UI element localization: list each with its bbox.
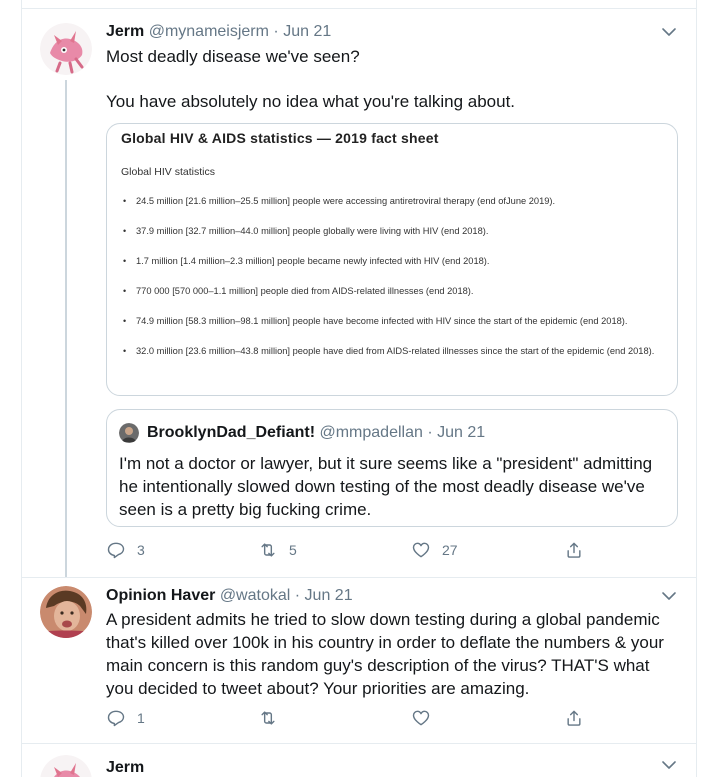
share-icon — [564, 708, 584, 728]
like-count: 27 — [442, 542, 458, 558]
avatar-brooklyndad[interactable] — [119, 423, 139, 443]
reply-icon — [106, 708, 126, 728]
image-card-hiv-stats[interactable]: Global HIV & AIDS statistics — 2019 fact… — [106, 123, 678, 396]
tweet-text-line1: Most deadly disease we've seen? — [106, 47, 360, 66]
avatar-jerm[interactable] — [40, 23, 92, 75]
separator-dot: · — [294, 587, 301, 604]
reply-button[interactable]: 3 — [106, 540, 145, 560]
like-button[interactable] — [411, 708, 442, 728]
retweet-button[interactable] — [258, 708, 289, 728]
list-item: 1.7 million [1.4 million–2.3 million] pe… — [121, 254, 661, 269]
thread-connector-line — [65, 80, 67, 577]
list-item: 770 000 [570 000–1.1 million] people die… — [121, 284, 661, 299]
share-button[interactable] — [564, 708, 584, 728]
separator-dot: · — [273, 23, 279, 40]
display-name[interactable]: Opinion Haver — [106, 587, 215, 604]
stats-list: 24.5 million [21.6 million–25.5 million]… — [121, 194, 661, 374]
share-icon — [564, 540, 584, 560]
display-name[interactable]: BrooklynDad_Defiant! — [147, 424, 315, 441]
tweet-header: Jerm — [106, 758, 144, 777]
list-item: 74.9 million [58.3 million–98.1 million]… — [121, 314, 661, 329]
chevron-down-icon[interactable] — [660, 756, 678, 774]
display-name[interactable]: Jerm — [106, 23, 144, 40]
list-item: 32.0 million [23.6 million–43.8 million]… — [121, 344, 661, 359]
list-item: 37.9 million [32.7 million–44.0 million]… — [121, 224, 661, 239]
tweet-date[interactable]: Jun 21 — [305, 587, 353, 604]
user-handle[interactable]: @watokal — [220, 587, 291, 604]
tweet-date[interactable]: Jun 21 — [283, 23, 331, 40]
separator-dot: · — [427, 424, 433, 441]
reply-count: 3 — [137, 542, 145, 558]
share-button[interactable] — [564, 540, 584, 560]
card-title: Global HIV & AIDS statistics — 2019 fact… — [121, 130, 439, 146]
avatar-opinion-haver[interactable] — [40, 586, 92, 638]
retweet-button[interactable]: 5 — [258, 540, 297, 560]
user-handle[interactable]: @mynameisjerm — [149, 23, 269, 40]
retweet-icon — [258, 540, 278, 560]
like-button[interactable]: 27 — [411, 540, 458, 560]
tweet-date[interactable]: Jun 21 — [437, 424, 485, 441]
tweet-text: A president admits he tried to slow down… — [106, 610, 664, 698]
retweet-icon — [258, 708, 278, 728]
card-subtitle: Global HIV statistics — [121, 166, 215, 178]
chevron-down-icon[interactable] — [660, 587, 678, 605]
quoted-tweet-text: I'm not a doctor or lawyer, but it sure … — [119, 454, 653, 519]
reply-count: 1 — [137, 710, 145, 726]
list-item: 24.5 million [21.6 million–25.5 million]… — [121, 194, 661, 209]
tweet-header: Opinion Haver @watokal · Jun 21 — [106, 586, 353, 606]
quoted-tweet-header: BrooklynDad_Defiant! @mmpadellan · Jun 2… — [147, 423, 485, 443]
chevron-down-icon[interactable] — [660, 23, 678, 41]
like-icon — [411, 540, 431, 560]
reply-icon — [106, 540, 126, 560]
divider — [22, 577, 696, 578]
quoted-tweet[interactable]: BrooklynDad_Defiant! @mmpadellan · Jun 2… — [106, 409, 678, 527]
display-name[interactable]: Jerm — [106, 759, 144, 776]
like-icon — [411, 708, 431, 728]
user-handle[interactable]: @mmpadellan — [319, 424, 422, 441]
tweet-text-line2: You have absolutely no idea what you're … — [106, 92, 516, 111]
retweet-count: 5 — [289, 542, 297, 558]
divider — [22, 8, 696, 9]
reply-button[interactable]: 1 — [106, 708, 145, 728]
divider — [22, 743, 696, 744]
tweet-header: Jerm @mynameisjerm · Jun 21 — [106, 22, 331, 42]
